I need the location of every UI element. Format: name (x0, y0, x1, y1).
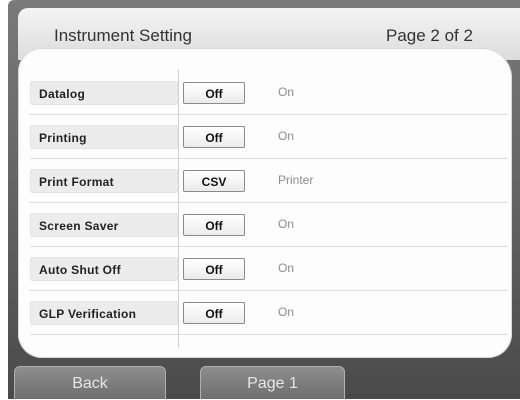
page-indicator: Page 2 of 2 (386, 26, 473, 45)
glp-verification-selected-button[interactable]: Off (183, 302, 245, 324)
setting-row-screen-saver: Screen Saver Off On (30, 202, 508, 247)
datalog-alternate-option[interactable]: On (278, 85, 294, 99)
setting-label: Printing (30, 125, 178, 149)
screen-saver-alternate-option[interactable]: On (278, 217, 294, 231)
setting-label: Datalog (30, 81, 178, 105)
print-format-selected-button[interactable]: CSV (183, 170, 245, 192)
screen-saver-selected-button[interactable]: Off (183, 214, 245, 236)
page-title: Instrument Setting (54, 26, 192, 45)
back-button[interactable]: Back (14, 366, 166, 399)
setting-label: Print Format (30, 169, 178, 193)
settings-panel: Datalog Off On Printing Off On Print For… (18, 48, 512, 358)
auto-shut-off-selected-button[interactable]: Off (183, 258, 245, 280)
print-format-alternate-option[interactable]: Printer (278, 173, 313, 187)
setting-label: GLP Verification (30, 301, 178, 325)
setting-row-glp-verification: GLP Verification Off On (30, 290, 508, 335)
datalog-selected-button[interactable]: Off (183, 82, 245, 104)
setting-label: Screen Saver (30, 213, 178, 237)
printing-alternate-option[interactable]: On (278, 129, 294, 143)
auto-shut-off-alternate-option[interactable]: On (278, 261, 294, 275)
setting-row-printing: Printing Off On (30, 114, 508, 159)
setting-label: Auto Shut Off (30, 257, 178, 281)
printing-selected-button[interactable]: Off (183, 126, 245, 148)
setting-row-auto-shut-off: Auto Shut Off Off On (30, 246, 508, 291)
glp-verification-alternate-option[interactable]: On (278, 305, 294, 319)
setting-row-datalog: Datalog Off On (30, 70, 508, 115)
setting-row-print-format: Print Format CSV Printer (30, 158, 508, 203)
page-1-button[interactable]: Page 1 (200, 366, 345, 399)
